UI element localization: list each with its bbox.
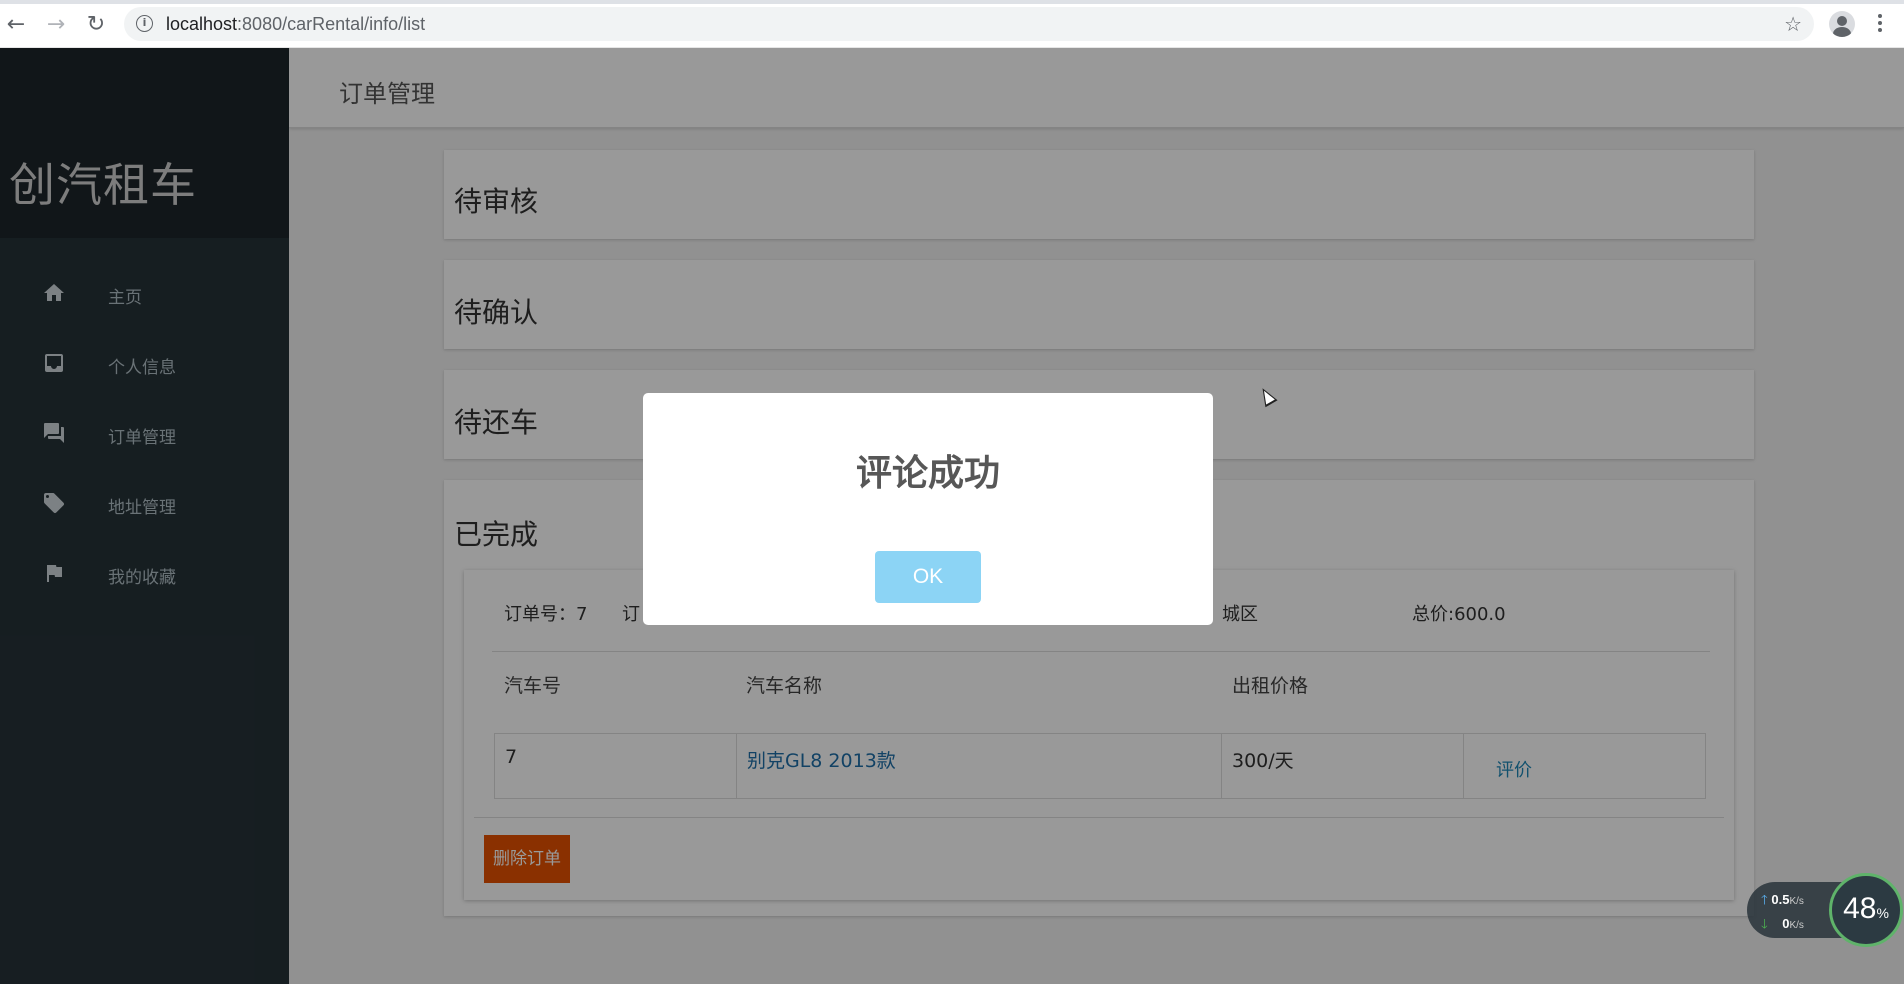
memory-usage-gauge: 48% [1829,873,1903,947]
forward-icon[interactable]: → [44,12,68,37]
address-bar[interactable]: i localhost:8080/carRental/info/list ☆ [124,7,1814,41]
browser-menu-icon[interactable] [1876,12,1884,36]
reload-icon[interactable]: ↻ [84,12,108,37]
upload-arrow-icon: 🡑 [1761,892,1768,907]
ok-button[interactable]: OK [875,551,981,603]
profile-avatar-icon[interactable] [1829,11,1855,37]
back-icon[interactable]: ← [4,12,28,37]
tab-strip [0,0,1904,4]
url-text[interactable]: localhost:8080/carRental/info/list [166,14,425,35]
download-speed: 🡓 0K/s [1761,916,1804,931]
browser-toolbar: ← → ↻ i localhost:8080/carRental/info/li… [0,0,1904,48]
download-arrow-icon: 🡓 [1761,916,1768,931]
upload-speed: 🡑 0.5K/s [1761,892,1804,907]
site-info-icon[interactable]: i [136,15,153,32]
network-speed-widget[interactable]: 🡑 0.5K/s 🡓 0K/s 48% [1747,873,1903,947]
dialog-title: 评论成功 [855,453,1000,494]
bookmark-star-icon[interactable]: ☆ [1784,12,1802,36]
success-dialog: 评论成功 OK [643,393,1213,625]
